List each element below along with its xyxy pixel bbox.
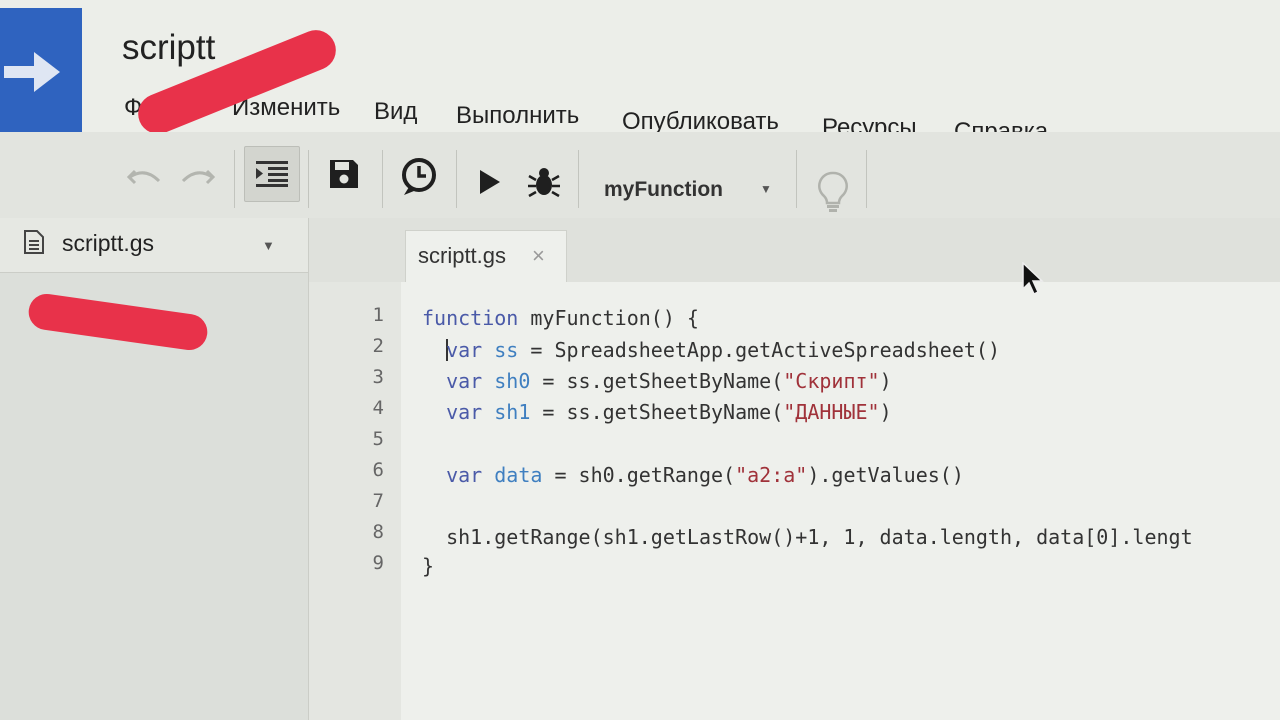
debug-button[interactable]: [522, 160, 566, 204]
code-line[interactable]: var data = sh0.getRange("a2:a").getValue…: [422, 463, 964, 487]
lightbulb-icon: [818, 171, 848, 212]
line-number: 9: [372, 552, 384, 574]
line-number: 1: [372, 304, 384, 326]
app-header: scriptt Файл Изменить Вид Выполнить Опуб…: [0, 0, 1280, 145]
lightbulb-button[interactable]: [812, 168, 854, 216]
code-line[interactable]: sh1.getRange(sh1.getLastRow()+1, 1, data…: [422, 525, 1193, 549]
code-line[interactable]: var ss = SpreadsheetApp.getActiveSpreads…: [422, 338, 1000, 362]
line-number: 5: [372, 428, 384, 450]
toolbar-separator: [456, 150, 457, 208]
tab-scriptt-gs[interactable]: scriptt.gs ×: [405, 230, 567, 287]
triggers-clock-icon: [402, 158, 436, 195]
tab-label: scriptt.gs: [418, 243, 507, 268]
apps-script-logo[interactable]: [0, 8, 82, 132]
document-icon: [24, 230, 44, 254]
project-title[interactable]: scriptt: [122, 28, 215, 68]
arrow-right-icon: [4, 52, 60, 92]
editor-tabbar: scriptt.gs ×: [309, 218, 1280, 287]
run-button[interactable]: [470, 162, 510, 202]
toolbar-separator: [578, 150, 579, 208]
line-number: 8: [372, 521, 384, 543]
line-number: 2: [372, 335, 384, 357]
run-icon: [480, 170, 500, 194]
save-button[interactable]: [322, 152, 366, 196]
toolbar-separator: [796, 150, 797, 208]
triggers-button[interactable]: [396, 154, 442, 200]
redo-button[interactable]: [176, 154, 220, 198]
toolbar: myFunction ▼: [0, 132, 1280, 219]
code-line[interactable]: var sh1 = ss.getSheetByName("ДАННЫЕ"): [422, 400, 892, 424]
toolbar-separator: [382, 150, 383, 208]
chevron-down-icon[interactable]: ▼: [760, 182, 772, 196]
redo-icon: [181, 169, 215, 185]
function-select[interactable]: myFunction: [604, 178, 723, 202]
code-line[interactable]: function myFunction() {: [422, 306, 699, 330]
file-sidebar: scriptt.gs ▼: [0, 218, 309, 720]
toolbar-separator: [866, 150, 867, 208]
code-line[interactable]: }: [422, 554, 434, 578]
debug-bug-icon: [528, 168, 560, 198]
indent-icon: [256, 161, 288, 187]
save-icon: [330, 160, 358, 188]
line-number: 4: [372, 397, 384, 419]
undo-icon: [127, 169, 161, 185]
line-number: 6: [372, 459, 384, 481]
line-number: 7: [372, 490, 384, 512]
code-line[interactable]: var sh0 = ss.getSheetByName("Скрипт"): [422, 369, 892, 393]
toolbar-separator: [234, 150, 235, 208]
line-number-gutter: [309, 282, 401, 720]
menu-view[interactable]: Вид: [374, 98, 417, 126]
redaction-mark: [26, 291, 210, 353]
menu-run[interactable]: Выполнить: [456, 102, 579, 130]
chevron-down-icon[interactable]: ▼: [262, 238, 275, 253]
mouse-pointer-icon: [1022, 262, 1044, 296]
undo-button[interactable]: [122, 154, 166, 198]
sidebar-file-name: scriptt.gs: [62, 230, 155, 256]
sidebar-file-item[interactable]: scriptt.gs ▼: [0, 218, 308, 273]
toolbar-separator: [308, 150, 309, 208]
line-number: 3: [372, 366, 384, 388]
indent-toggle-button[interactable]: [244, 146, 300, 202]
close-icon[interactable]: ×: [532, 243, 545, 269]
